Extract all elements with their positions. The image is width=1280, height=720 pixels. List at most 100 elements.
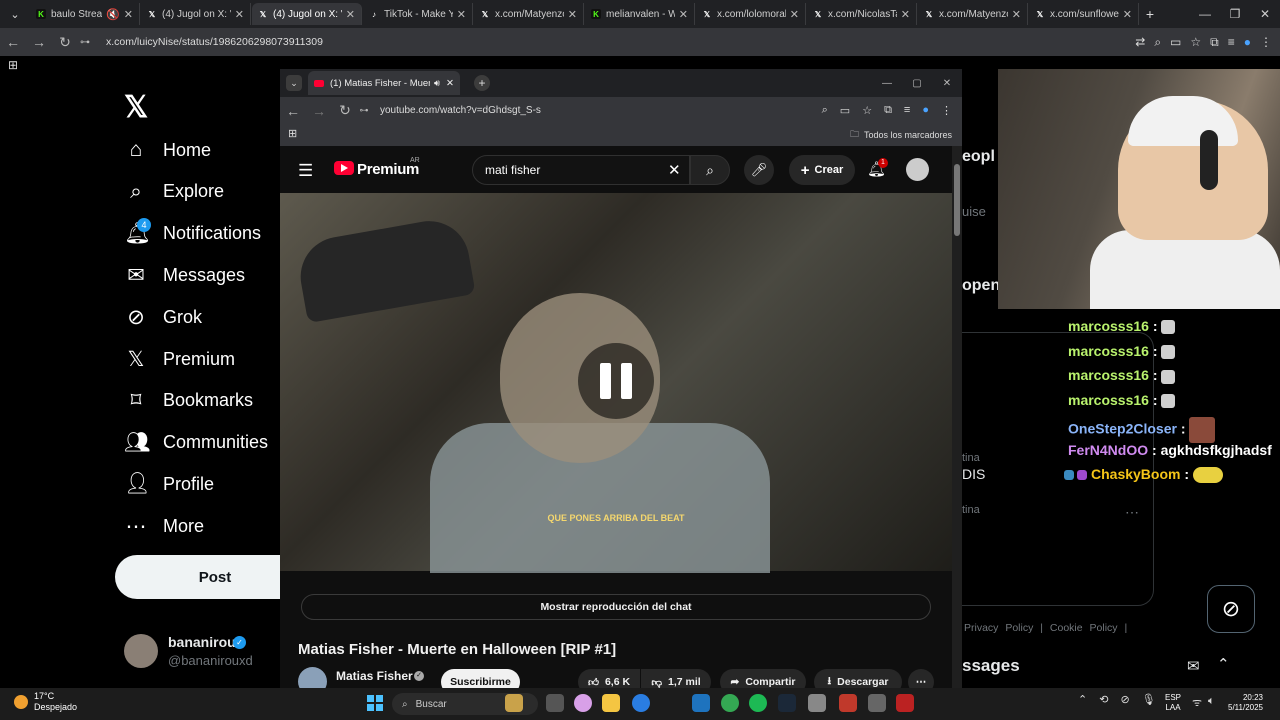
youtube-account-avatar[interactable]: [906, 158, 929, 181]
widgets-icon[interactable]: [505, 694, 523, 712]
browser-tab[interactable]: 𝕏x.com/lolomorale ✕: [696, 3, 806, 25]
weather-widget[interactable]: 17°C Despejado: [14, 691, 77, 713]
sidebar-item-messages[interactable]: ✉ Messages: [124, 255, 245, 295]
tab-close-icon[interactable]: ✕: [457, 8, 466, 21]
star-icon[interactable]: ☆: [1190, 35, 1201, 50]
profile-icon[interactable]: ●: [1244, 35, 1251, 50]
reading-list-icon[interactable]: ≡: [1228, 35, 1235, 50]
show-chat-replay-button[interactable]: Mostrar reproducción del chat: [301, 594, 931, 620]
tab-close-icon[interactable]: ✕: [124, 8, 133, 21]
popup-tab-active[interactable]: (1) Matias Fisher - Muerte e 🔊︎ ✕: [308, 71, 460, 95]
browser-tab[interactable]: 𝕏x.com/sunflower ✕: [1029, 3, 1139, 25]
steam-icon[interactable]: [778, 694, 796, 712]
popup-menu-icon[interactable]: ⋮: [941, 104, 952, 117]
muted-icon[interactable]: 🔇: [106, 8, 120, 21]
download-button[interactable]: ⭳ Descargar: [814, 669, 902, 689]
url-field[interactable]: x.com/luicyNise/status/19862062980739113…: [106, 36, 323, 48]
messages-drawer-title[interactable]: ssages: [962, 656, 1020, 676]
create-button[interactable]: + Crear: [789, 155, 855, 185]
back-button[interactable]: ←: [0, 34, 26, 50]
tray-expand-icon[interactable]: ⌃: [1078, 693, 1087, 706]
popup-star-icon[interactable]: ☆: [862, 104, 872, 117]
sidebar-item-premium[interactable]: 𝕏 Premium: [124, 339, 235, 379]
audio-playing-icon[interactable]: 🔊︎: [434, 78, 440, 89]
cast-icon[interactable]: ▭: [1170, 35, 1181, 50]
reload-button[interactable]: ↻: [52, 34, 78, 51]
footer-links[interactable]: Privacy Policy | Cookie Policy |: [964, 622, 1127, 634]
grok-fab-button[interactable]: ⊘: [1207, 585, 1255, 633]
clock[interactable]: 20:23 5/11/2025: [1228, 693, 1263, 713]
subscribe-button[interactable]: Suscribirme: [441, 669, 520, 689]
outlook-icon[interactable]: [692, 694, 710, 712]
forward-button[interactable]: →: [26, 34, 52, 50]
more-actions-button[interactable]: ⋯: [908, 669, 934, 689]
channel-name[interactable]: Matias Fisher: [336, 669, 413, 683]
page-scrollbar-thumb[interactable]: [954, 164, 960, 236]
sidebar-item-home[interactable]: ⌂ Home: [124, 130, 211, 170]
search-input[interactable]: mati fisher: [472, 155, 690, 185]
new-tab-button[interactable]: +: [1140, 4, 1160, 24]
tab-search-button[interactable]: ⌄: [4, 3, 26, 25]
zoom-icon[interactable]: ⌕: [1154, 35, 1161, 50]
copilot-icon[interactable]: [574, 694, 592, 712]
popup-apps-icon[interactable]: ⊞: [288, 127, 297, 140]
popup-minimize-button[interactable]: —: [872, 78, 902, 89]
browser-tab[interactable]: 𝕏x.com/Matyenzo ✕: [918, 3, 1028, 25]
hinge-app-icon[interactable]: [896, 694, 914, 712]
expand-drawer-icon[interactable]: ⌃: [1217, 655, 1230, 673]
apps-grid-icon[interactable]: ⊞: [8, 58, 18, 72]
sidebar-item-more[interactable]: ⋯ More: [124, 506, 205, 546]
tab-close-icon[interactable]: ✕: [235, 8, 244, 21]
popup-extensions-icon[interactable]: ⧉: [884, 104, 892, 117]
popup-reload-button[interactable]: ↻: [332, 102, 358, 119]
popup-zoom-icon[interactable]: ⌕: [822, 104, 828, 117]
task-view-icon[interactable]: [546, 694, 564, 712]
browser-tab[interactable]: 𝕏 (4) Jugol on X: "N ✕: [252, 3, 362, 25]
pause-button[interactable]: [578, 343, 654, 419]
tab-close-icon[interactable]: ✕: [790, 8, 799, 21]
sidebar-item-profile[interactable]: 👤︎ Profile: [124, 464, 214, 504]
translate-icon[interactable]: ⇄: [1135, 35, 1145, 50]
voice-search-button[interactable]: 🎤︎: [744, 155, 774, 185]
popup-profile-icon[interactable]: ●: [922, 104, 929, 117]
popup-tab-menu-button[interactable]: ⌄: [286, 75, 302, 91]
popup-media-icon[interactable]: ≡: [904, 104, 910, 117]
sidebar-item-grok[interactable]: ⊘ Grok: [124, 297, 202, 337]
browser-tab[interactable]: 𝕏x.com/Matyenzo ✕: [474, 3, 584, 25]
brave-icon[interactable]: [839, 694, 857, 712]
search-button[interactable]: ⌕: [690, 155, 730, 185]
network-icon[interactable]: ⟲: [1099, 693, 1108, 706]
account-name[interactable]: bananirou: [168, 634, 236, 650]
minimize-button[interactable]: —: [1190, 7, 1220, 21]
dislike-button[interactable]: 👎︎ 1,7 mil: [641, 669, 711, 689]
avatar[interactable]: [124, 634, 158, 668]
volume-icon[interactable]: 🔈︎: [1208, 695, 1215, 708]
browser-tab[interactable]: 𝕏 (4) Jugol on X: "A ✕: [141, 3, 251, 25]
popup-url-field[interactable]: youtube.com/watch?v=dGhdsgt_S-s: [380, 105, 541, 116]
tab-close-icon[interactable]: ✕: [901, 8, 910, 21]
video-player[interactable]: QUE PONES ARRIBA DEL BEAT: [280, 193, 952, 573]
popup-back-button[interactable]: ←: [280, 103, 306, 119]
microphone-icon[interactable]: 🎙︎: [1142, 693, 1156, 706]
browser-tab[interactable]: ♪ TikTok - Make You ✕: [363, 3, 473, 25]
sidebar-item-explore[interactable]: ⌕ Explore: [124, 172, 224, 212]
sidebar-item-communities[interactable]: 👥︎ Communities: [124, 423, 268, 463]
chrome-icon[interactable]: [721, 694, 739, 712]
popup-tab-close-icon[interactable]: ✕: [446, 78, 454, 89]
menu-icon[interactable]: ⋮: [1260, 35, 1272, 50]
app-icon[interactable]: [868, 694, 886, 712]
channel-avatar[interactable]: [298, 667, 327, 689]
popup-maximize-button[interactable]: ▢: [902, 78, 932, 89]
maximize-button[interactable]: ❐: [1220, 7, 1250, 21]
tab-close-icon[interactable]: ✕: [1012, 8, 1021, 21]
tab-close-icon[interactable]: ✕: [1123, 8, 1132, 21]
tab-close-icon[interactable]: ✕: [679, 8, 688, 21]
tab-close-icon[interactable]: ✕: [346, 8, 355, 21]
popup-forward-button[interactable]: →: [306, 103, 332, 119]
file-explorer-icon[interactable]: [602, 694, 620, 712]
site-info-icon[interactable]: ⊶: [78, 37, 92, 48]
tab-close-icon[interactable]: ✕: [568, 8, 577, 21]
start-button[interactable]: [367, 695, 383, 711]
language-indicator[interactable]: ESP LAA: [1165, 693, 1181, 713]
spotify-icon[interactable]: [749, 694, 767, 712]
